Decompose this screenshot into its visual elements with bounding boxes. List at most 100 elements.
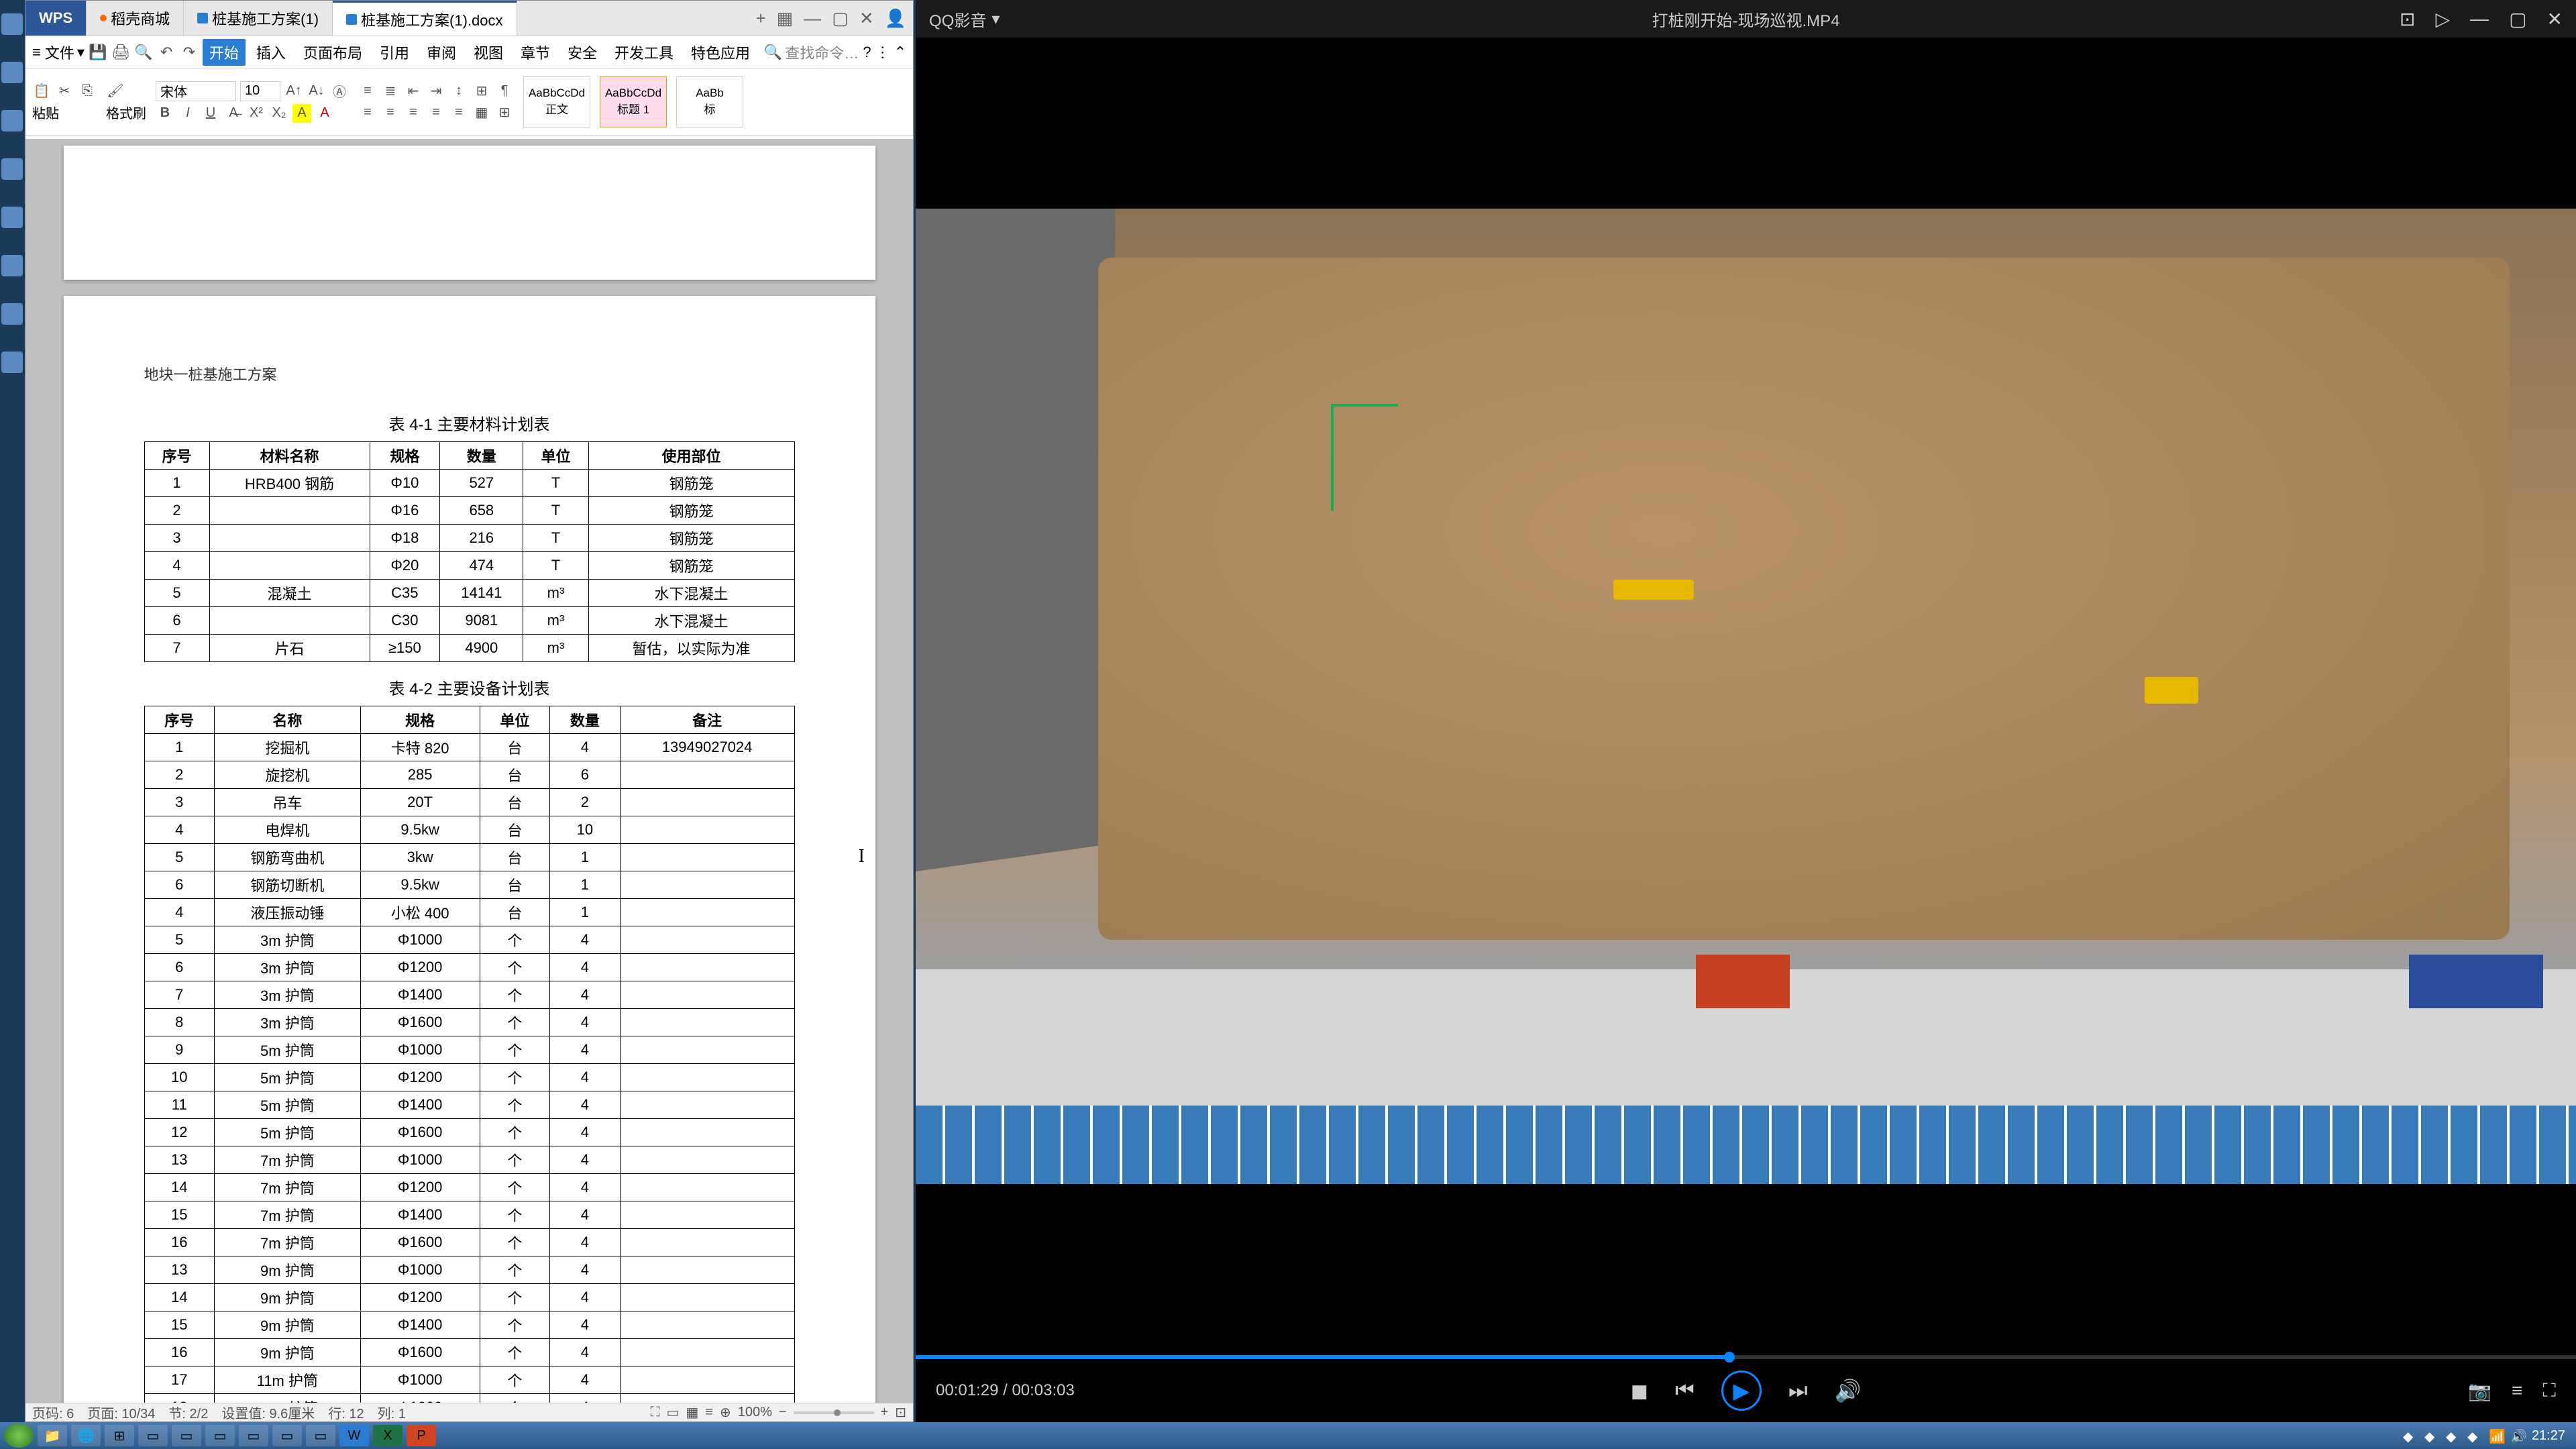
table-cell[interactable]: 4 [550, 1091, 621, 1119]
table-cell[interactable] [620, 871, 794, 899]
table-row[interactable]: 5钢筋弯曲机3kw台1 [144, 844, 794, 871]
table-row[interactable]: 63m 护筒Φ1200个4 [144, 954, 794, 981]
table-cell[interactable] [620, 816, 794, 844]
table-cell[interactable]: 2 [144, 497, 209, 525]
table-cell[interactable]: 钢筋笼 [588, 470, 794, 497]
desktop-icon[interactable] [1, 13, 23, 35]
taskbar-app[interactable]: ▭ [272, 1425, 302, 1446]
table-cell[interactable] [209, 552, 370, 580]
desktop-icon[interactable] [1, 110, 23, 131]
table-cell[interactable]: T [523, 497, 588, 525]
table-cell[interactable]: 1 [550, 844, 621, 871]
table-cell[interactable]: 474 [440, 552, 523, 580]
table-cell[interactable]: 17 [144, 1366, 215, 1394]
table-cell[interactable]: Φ1200 [360, 1064, 480, 1091]
table-row[interactable]: 7片石≥1504900m³暂估，以实际为准 [144, 635, 794, 662]
cut-icon[interactable]: ✂ [55, 81, 74, 100]
table-cell[interactable]: 个 [480, 1229, 550, 1256]
table-cell[interactable]: 9.5kw [360, 816, 480, 844]
table-cell[interactable]: 4 [550, 1009, 621, 1036]
table-cell[interactable] [620, 1229, 794, 1256]
save-icon[interactable]: 💾 [89, 43, 107, 62]
table-cell[interactable]: 4 [550, 1146, 621, 1174]
table-cell[interactable]: 个 [480, 926, 550, 954]
table-cell[interactable]: 4 [144, 899, 215, 926]
table-cell[interactable]: 16 [144, 1339, 215, 1366]
table-cell[interactable]: 5m 护筒 [215, 1091, 361, 1119]
table-row[interactable]: 3Φ18216T钢筋笼 [144, 525, 794, 552]
collapse-ribbon-icon[interactable]: ⌃ [894, 44, 906, 61]
table-cell[interactable]: 20T [360, 789, 480, 816]
menu-reference[interactable]: 引用 [373, 39, 416, 66]
table-cell[interactable]: 11m 护筒 [215, 1366, 361, 1394]
table-cell[interactable] [620, 1394, 794, 1403]
table-row[interactable]: 6钢筋切断机9.5kw台1 [144, 871, 794, 899]
table-cell[interactable]: 个 [480, 1174, 550, 1201]
status-position[interactable]: 设置值: 9.6厘米 [221, 1403, 315, 1422]
table-cell[interactable]: 个 [480, 1119, 550, 1146]
table-row[interactable]: 4Φ20474T钢筋笼 [144, 552, 794, 580]
more-icon[interactable]: ⋮ [875, 44, 890, 61]
tray-volume-icon[interactable]: 🔊 [2510, 1428, 2525, 1443]
table-row[interactable]: 2Φ16658T钢筋笼 [144, 497, 794, 525]
zoom-level[interactable]: 100% [738, 1405, 772, 1420]
taskbar-app[interactable]: ▭ [138, 1425, 168, 1446]
table-row[interactable]: 95m 护筒Φ1000个4 [144, 1036, 794, 1064]
table-cell[interactable]: 混凝土 [209, 580, 370, 607]
table-cell[interactable]: 3m 护筒 [215, 926, 361, 954]
menu-developer[interactable]: 开发工具 [608, 39, 680, 66]
table-cell[interactable]: 3kw [360, 844, 480, 871]
table-cell[interactable]: 个 [480, 1366, 550, 1394]
table-row[interactable]: 167m 护筒Φ1600个4 [144, 1229, 794, 1256]
table-cell[interactable]: Φ1000 [360, 1366, 480, 1394]
outline-view-icon[interactable]: ≡ [705, 1405, 713, 1420]
tray-icon[interactable]: ◆ [2446, 1428, 2461, 1443]
table-cell[interactable] [620, 1311, 794, 1339]
italic-icon[interactable]: I [178, 104, 197, 123]
table-row[interactable]: 125m 护筒Φ1600个4 [144, 1119, 794, 1146]
table-cell[interactable]: 4 [550, 926, 621, 954]
table-row[interactable]: 137m 护筒Φ1000个4 [144, 1146, 794, 1174]
menu-review[interactable]: 审阅 [420, 39, 463, 66]
table-cell[interactable]: 15 [144, 1201, 215, 1229]
table-cell[interactable]: 个 [480, 1009, 550, 1036]
table-cell[interactable]: 吊车 [215, 789, 361, 816]
font-selector[interactable]: 宋体 [156, 81, 236, 101]
table-cell[interactable]: 4 [550, 954, 621, 981]
table-cell[interactable]: HRB400 钢筋 [209, 470, 370, 497]
playlist-icon[interactable]: ≡ [2512, 1380, 2522, 1402]
tray-icon[interactable]: ◆ [2424, 1428, 2439, 1443]
bold-icon[interactable]: B [156, 104, 174, 123]
table-cell[interactable] [620, 926, 794, 954]
next-track-icon[interactable]: ⏭ [1788, 1378, 1808, 1403]
align-justify-icon[interactable]: ≡ [427, 103, 445, 122]
document-page[interactable]: 地块一桩基施工方案 表 4-1 主要材料计划表 序号材料名称规格数量单位使用部位… [64, 296, 875, 1403]
table-cell[interactable] [620, 844, 794, 871]
table-cell[interactable]: 个 [480, 954, 550, 981]
table-cell[interactable]: 小松 400 [360, 899, 480, 926]
table-cell[interactable]: 10 [550, 816, 621, 844]
close-icon[interactable]: ✕ [2547, 8, 2563, 30]
fullscreen-icon[interactable]: ⛶ [650, 1405, 659, 1420]
table-cell[interactable]: 1 [550, 871, 621, 899]
decrease-indent-icon[interactable]: ⇤ [404, 82, 423, 101]
format-brush-icon[interactable]: 🖌 [106, 81, 125, 100]
increase-font-icon[interactable]: A↑ [284, 82, 303, 101]
table-cell[interactable]: 7 [144, 635, 209, 662]
table-cell[interactable]: 片石 [209, 635, 370, 662]
table-cell[interactable]: 13 [144, 1256, 215, 1284]
table-cell[interactable]: 钢筋弯曲机 [215, 844, 361, 871]
table-cell[interactable]: 3m 护筒 [215, 954, 361, 981]
taskbar-ie[interactable]: 🌐 [71, 1425, 101, 1446]
desktop-icon[interactable] [1, 303, 23, 325]
desktop-icon[interactable] [1, 352, 23, 373]
table-cell[interactable]: 216 [440, 525, 523, 552]
table-row[interactable]: 83m 护筒Φ1600个4 [144, 1009, 794, 1036]
table-cell[interactable]: 钢筋笼 [588, 497, 794, 525]
table-cell[interactable]: 5 [144, 580, 209, 607]
table-cell[interactable]: Φ1400 [360, 981, 480, 1009]
menu-view[interactable]: 视图 [467, 39, 510, 66]
table-cell[interactable]: Φ1000 [360, 926, 480, 954]
table-cell[interactable]: 钢筋切断机 [215, 871, 361, 899]
table-cell[interactable]: Φ1000 [360, 1256, 480, 1284]
